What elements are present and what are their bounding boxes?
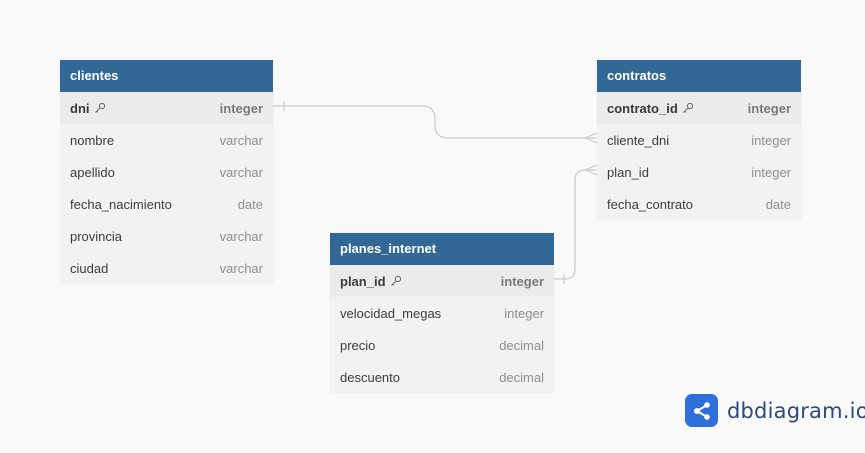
- field-name-cell: contrato_id: [607, 101, 694, 116]
- field-name: velocidad_megas: [340, 305, 442, 321]
- field-type: integer: [504, 305, 544, 321]
- field-type: integer: [751, 132, 791, 148]
- table-row[interactable]: fecha_nacimiento date: [60, 188, 273, 220]
- table-row[interactable]: fecha_contrato date: [597, 188, 801, 220]
- field-type: integer: [751, 164, 791, 180]
- brand-text: dbdiagram.io: [727, 398, 865, 423]
- relation-planes-contratos[interactable]: [554, 169, 597, 280]
- field-name: plan_id: [340, 273, 386, 289]
- field-name: precio: [340, 337, 376, 353]
- table-clientes[interactable]: clientes dni integer nombre varchar apel…: [60, 60, 273, 284]
- relation-clientes-contratos[interactable]: [273, 105, 597, 139]
- field-type: decimal: [499, 337, 544, 353]
- dbdiagram-brand-link[interactable]: dbdiagram.io: [685, 394, 865, 427]
- table-header[interactable]: planes_internet: [330, 233, 554, 265]
- key-icon: [94, 102, 105, 113]
- field-type: integer: [500, 273, 544, 289]
- table-header[interactable]: clientes: [60, 60, 273, 92]
- table-row[interactable]: contrato_id integer: [597, 92, 801, 124]
- table-row[interactable]: descuento decimal: [330, 361, 554, 393]
- field-name: fecha_nacimiento: [70, 196, 172, 212]
- field-name: plan_id: [607, 164, 649, 180]
- field-name: dni: [70, 100, 90, 116]
- field-name: nombre: [70, 132, 115, 148]
- field-name: fecha_contrato: [607, 196, 694, 212]
- crowfoot-marker-icon: [584, 164, 598, 176]
- table-row[interactable]: precio decimal: [330, 329, 554, 361]
- table-row[interactable]: provincia varchar: [60, 220, 273, 252]
- field-name-cell: plan_id: [340, 274, 402, 289]
- table-contratos[interactable]: contratos contrato_id integer cliente_dn…: [597, 60, 801, 220]
- field-type: date: [237, 196, 263, 212]
- table-row[interactable]: cliente_dni integer: [597, 124, 801, 156]
- table-row[interactable]: apellido varchar: [60, 156, 273, 188]
- field-name: descuento: [340, 369, 400, 385]
- diagram-canvas[interactable]: clientes dni integer nombre varchar apel…: [0, 0, 865, 453]
- table-row[interactable]: dni integer: [60, 92, 273, 124]
- key-icon: [390, 275, 401, 286]
- dbdiagram-logo-icon: [685, 394, 718, 427]
- field-name-cell: dni: [70, 101, 106, 116]
- field-type: varchar: [219, 164, 263, 180]
- table-header[interactable]: contratos: [597, 60, 801, 92]
- field-type: date: [765, 196, 791, 212]
- crowfoot-marker-icon: [584, 132, 598, 144]
- field-name: apellido: [70, 164, 115, 180]
- table-row[interactable]: ciudad varchar: [60, 252, 273, 284]
- field-name: contrato_id: [607, 100, 678, 116]
- field-type: integer: [747, 100, 791, 116]
- field-name: provincia: [70, 228, 123, 244]
- table-row[interactable]: plan_id integer: [597, 156, 801, 188]
- table-row[interactable]: plan_id integer: [330, 265, 554, 297]
- field-type: integer: [219, 100, 263, 116]
- table-row[interactable]: velocidad_megas integer: [330, 297, 554, 329]
- field-type: varchar: [219, 132, 263, 148]
- field-type: varchar: [219, 228, 263, 244]
- table-planes-internet[interactable]: planes_internet plan_id integer velocida…: [330, 233, 554, 393]
- field-name: cliente_dni: [607, 132, 670, 148]
- table-row[interactable]: nombre varchar: [60, 124, 273, 156]
- key-icon: [682, 102, 693, 113]
- field-name: ciudad: [70, 260, 109, 276]
- field-type: decimal: [499, 369, 544, 385]
- field-type: varchar: [219, 260, 263, 276]
